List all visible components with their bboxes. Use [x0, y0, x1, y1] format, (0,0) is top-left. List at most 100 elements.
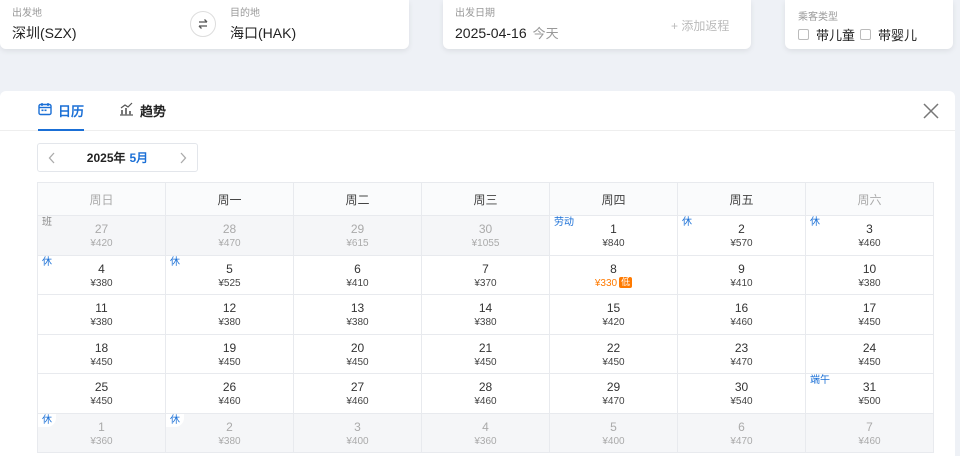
checkbox-box[interactable] [860, 29, 871, 40]
calendar-day-cell[interactable]: 6 ¥470 [677, 412, 806, 453]
calendar-day-cell[interactable]: 9 ¥410 [677, 254, 806, 295]
day-price: ¥450 [806, 316, 933, 330]
calendar-day-cell[interactable]: 29 ¥470 [549, 373, 678, 414]
calendar-grid: 周日 周一 周二 周三 周四 周五 周六 班 27 ¥420 28 ¥470 29 ¥615… [37, 182, 934, 453]
with-child-label: 带儿童 [816, 28, 856, 43]
route-selector: 出发地 深圳(SZX) 目的地 海口(HAK) [0, 0, 409, 49]
calendar-day-cell[interactable]: 27 ¥460 [293, 373, 422, 414]
calendar-week: 班 27 ¥420 28 ¥470 29 ¥615 30 ¥1055 劳动 1 ¥840 休 2 ¥570 休… [37, 215, 934, 256]
day-price: ¥500 [806, 395, 933, 409]
calendar-day-cell[interactable]: 17 ¥450 [805, 294, 934, 335]
calendar-day-cell[interactable]: 7 ¥460 [805, 412, 934, 453]
weekday-tue: 周二 [293, 182, 422, 216]
calendar-day-cell[interactable]: 11 ¥380 [37, 294, 166, 335]
calendar-day-cell[interactable]: 22 ¥450 [549, 333, 678, 374]
price-value: ¥370 [474, 277, 497, 289]
calendar-day-cell[interactable]: 19 ¥450 [165, 333, 294, 374]
price-value: ¥470 [602, 396, 625, 407]
day-price: ¥450 [294, 356, 421, 370]
calendar-day-cell[interactable]: 14 ¥380 [421, 294, 550, 335]
calendar-day-cell[interactable]: 28 ¥460 [421, 373, 550, 414]
calendar-day-cell[interactable]: 26 ¥460 [165, 373, 294, 414]
calendar-day-cell[interactable]: 23 ¥470 [677, 333, 806, 374]
departure-date-field[interactable]: 出发日期 2025-04-16 今天 [455, 8, 559, 44]
price-value: ¥615 [346, 238, 369, 249]
calendar-day-cell[interactable]: 16 ¥460 [677, 294, 806, 335]
departure-label: 出发地 [12, 8, 42, 19]
price-value: ¥460 [346, 396, 369, 407]
calendar-day-cell[interactable]: 休 5 ¥525 [165, 254, 294, 295]
price-value: ¥360 [474, 435, 497, 447]
price-value: ¥450 [346, 356, 369, 368]
price-value: ¥450 [474, 356, 497, 368]
price-value: ¥400 [602, 435, 625, 447]
checkbox-box[interactable] [798, 29, 809, 40]
add-return-button[interactable]: + 添加返程 [671, 17, 729, 34]
calendar-day-cell[interactable]: 28 ¥470 [165, 215, 294, 256]
calendar-day-cell[interactable]: 休 2 ¥380 [165, 412, 294, 453]
tab-calendar[interactable]: 日历 [38, 101, 85, 131]
calendar-day-cell[interactable]: 20 ¥450 [293, 333, 422, 374]
destination-value[interactable]: 海口(HAK) [230, 23, 296, 43]
day-number: 4 [482, 419, 489, 434]
calendar-day-cell[interactable]: 30 ¥540 [677, 373, 806, 414]
calendar-day-cell[interactable]: 18 ¥450 [37, 333, 166, 374]
calendar-day-cell[interactable]: 班 27 ¥420 [37, 215, 166, 256]
calendar-day-cell[interactable]: 5 ¥400 [549, 412, 678, 453]
calendar-day-cell[interactable]: 劳动 1 ¥840 [549, 215, 678, 256]
day-price: ¥615 [294, 237, 421, 251]
swap-button[interactable] [190, 11, 216, 37]
calendar-day-cell[interactable]: 7 ¥370 [421, 254, 550, 295]
price-value: ¥450 [218, 356, 241, 368]
calendar-day-cell[interactable]: 12 ¥380 [165, 294, 294, 335]
calendar-day-cell[interactable]: 3 ¥400 [293, 412, 422, 453]
calendar-day-cell[interactable]: 4 ¥360 [421, 412, 550, 453]
prev-month-button[interactable] [38, 144, 66, 171]
day-price: ¥460 [422, 395, 549, 409]
with-infant-checkbox[interactable]: 带婴儿 [860, 25, 917, 44]
price-value: ¥500 [858, 396, 881, 407]
price-value: ¥570 [730, 238, 753, 249]
calendar-day-cell[interactable]: 21 ¥450 [421, 333, 550, 374]
departure-date-value[interactable]: 2025-04-16 今天 [455, 23, 559, 44]
price-value: ¥470 [730, 435, 753, 447]
calendar-day-cell[interactable]: 休 1 ¥360 [37, 412, 166, 453]
departure-value[interactable]: 深圳(SZX) [12, 23, 77, 43]
departure-field[interactable]: 出发地 深圳(SZX) [12, 8, 77, 43]
price-value: ¥410 [730, 277, 753, 289]
price-value: ¥460 [730, 317, 753, 328]
price-value: ¥380 [90, 317, 113, 328]
calendar-day-cell[interactable]: 13 ¥380 [293, 294, 422, 335]
price-value: ¥380 [90, 277, 113, 289]
calendar-day-cell[interactable]: 休 2 ¥570 [677, 215, 806, 256]
tab-trend[interactable]: 趋势 [119, 101, 166, 131]
price-value: ¥470 [730, 356, 753, 368]
next-month-button[interactable] [169, 144, 197, 171]
calendar-day-cell[interactable]: 休 4 ¥380 [37, 254, 166, 295]
calendar-day-cell[interactable]: 休 3 ¥460 [805, 215, 934, 256]
calendar-day-cell[interactable]: 6 ¥410 [293, 254, 422, 295]
calendar-week: 休 4 ¥380 休 5 ¥525 6 ¥410 7 ¥370 8 ¥330 低 9 ¥410 10 ¥380 [37, 254, 934, 295]
day-price: ¥380 [422, 316, 549, 330]
day-price: ¥460 [806, 435, 933, 449]
calendar-day-cell[interactable]: 10 ¥380 [805, 254, 934, 295]
day-price: ¥470 [550, 395, 677, 409]
calendar-week: 25 ¥450 26 ¥460 27 ¥460 28 ¥460 29 ¥470 30 ¥540 端午 31… [37, 373, 934, 414]
day-number: 14 [478, 301, 493, 315]
calendar-day-cell[interactable]: 端午 31 ¥500 [805, 373, 934, 414]
day-number: 8 [610, 261, 617, 276]
calendar-day-cell[interactable]: 30 ¥1055 [421, 215, 550, 256]
calendar-day-cell[interactable]: 24 ¥450 [805, 333, 934, 374]
calendar-day-cell[interactable]: 15 ¥420 [549, 294, 678, 335]
day-number: 27 [350, 380, 365, 394]
calendar-day-cell[interactable]: 29 ¥615 [293, 215, 422, 256]
calendar-day-cell[interactable]: 8 ¥330 低 [549, 254, 678, 295]
price-value: ¥380 [346, 317, 369, 328]
calendar-day-cell[interactable]: 25 ¥450 [37, 373, 166, 414]
day-price: ¥450 [550, 356, 677, 370]
day-number: 20 [350, 340, 365, 355]
destination-field[interactable]: 目的地 海口(HAK) [230, 8, 296, 43]
close-icon[interactable] [922, 102, 940, 120]
with-child-checkbox[interactable]: 带儿童 [798, 25, 855, 44]
day-number: 18 [94, 340, 109, 355]
